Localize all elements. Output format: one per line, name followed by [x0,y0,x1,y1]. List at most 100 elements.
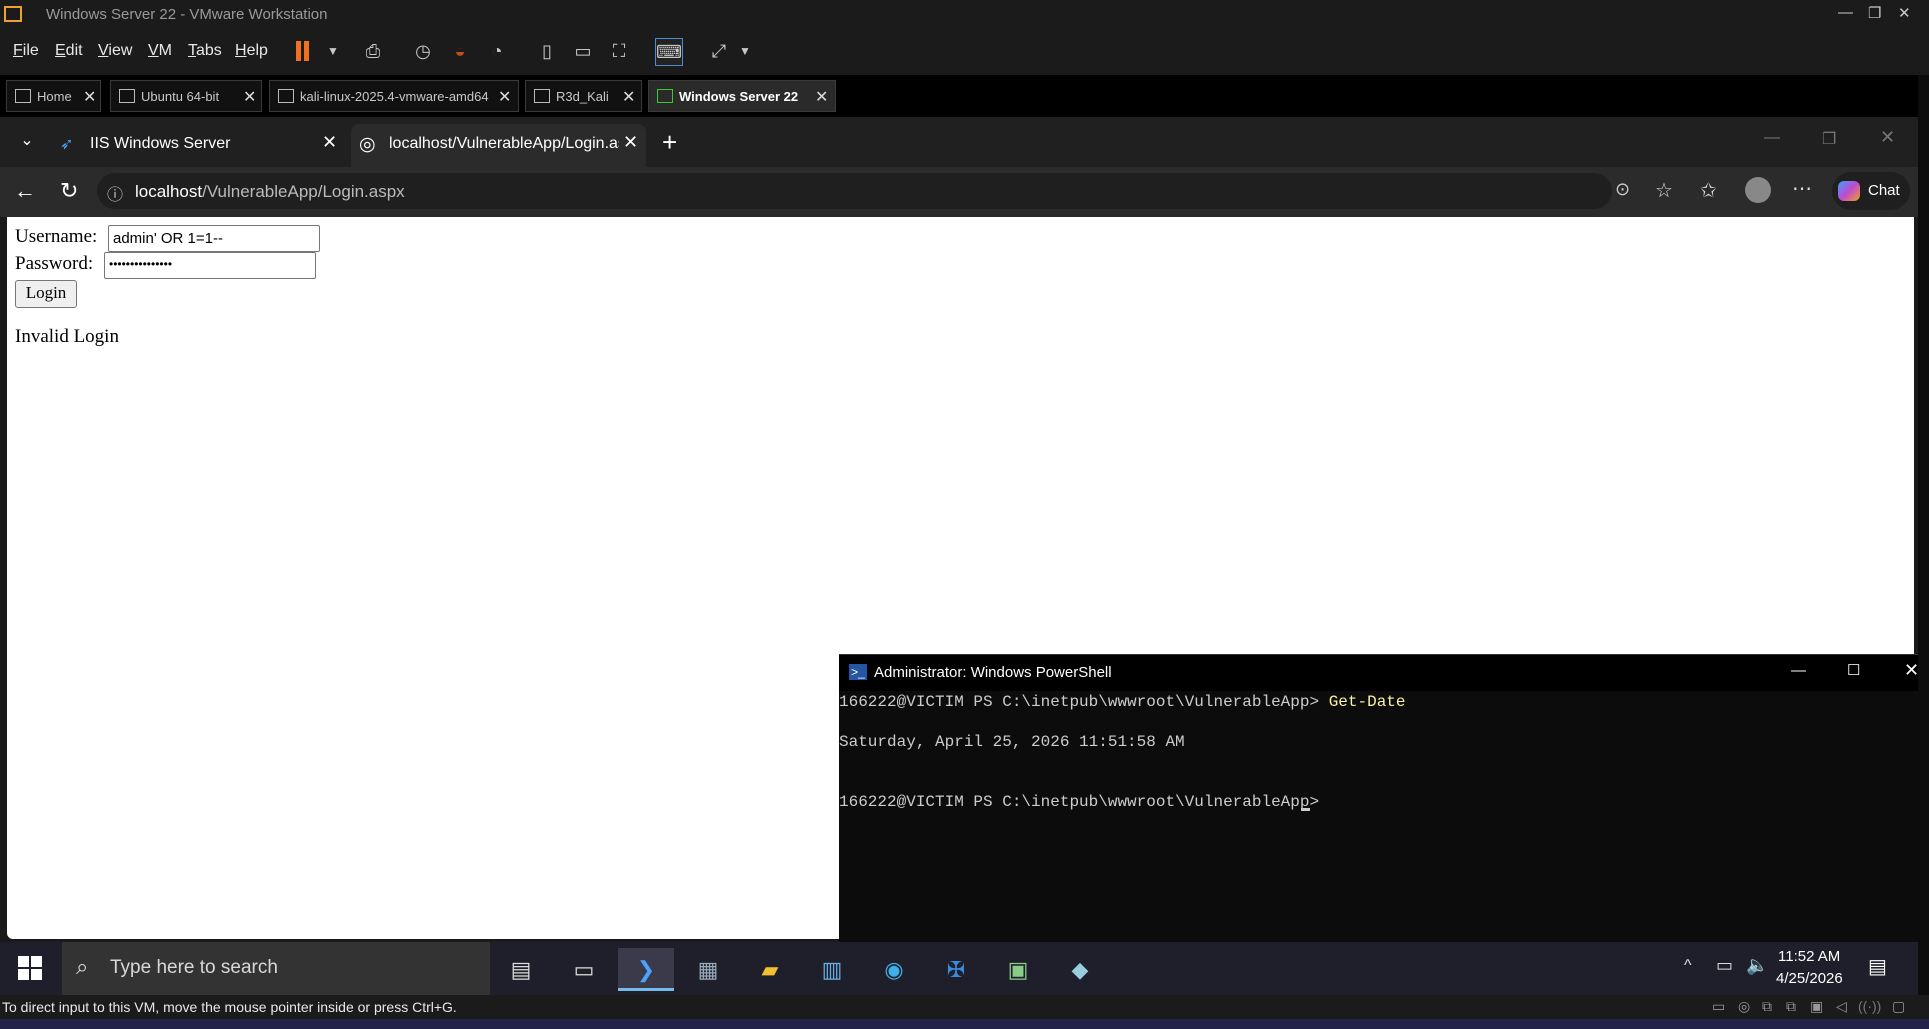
new-tab-icon[interactable]: + [662,127,677,158]
running-vm-icon [657,89,673,103]
pause-icon[interactable] [296,41,301,61]
menu-file[interactable]: File [13,42,39,60]
snapshot-icon[interactable]: ◷ [410,38,436,64]
close-icon[interactable]: ✕ [1904,660,1919,681]
info-icon: ⓘ [107,187,124,204]
wireless-icon[interactable]: ((·)) [1858,998,1881,1014]
read-aloud-icon[interactable]: ⊙ [1615,179,1630,200]
vm-tab-ubuntu[interactable]: Ubuntu 64-bit ✕ [110,80,262,112]
stretch-icon[interactable]: ⤢ [706,38,732,64]
back-icon[interactable]: ← [14,178,36,204]
visual-studio-icon[interactable]: ✠ [928,948,984,991]
cd-icon[interactable]: ◎ [1738,998,1750,1015]
close-icon[interactable]: ✕ [83,87,96,107]
close-icon[interactable]: ✕ [243,87,256,107]
chevron-down-icon[interactable]: ▼ [320,38,346,64]
volume-muted-icon[interactable]: 🔈 [1746,955,1768,976]
browser-tab-login[interactable]: ◎ localhost/VulnerableApp/Login.aspx ✕ [351,124,646,167]
network-icon[interactable]: ▭ [1716,955,1733,976]
close-icon[interactable]: ✕ [1880,127,1895,148]
status-text: To direct input to this VM, move the mou… [2,999,457,1015]
close-icon[interactable]: ✕ [622,87,635,107]
address-bar[interactable]: ⓘ localhost/VulnerableApp/Login.aspx ⊙ [97,173,1630,209]
password-input[interactable]: ••••••••••••••• [104,252,316,279]
login-button[interactable]: Login [15,280,77,308]
powershell-taskbar-icon[interactable]: ❯ [618,948,674,991]
minimize-icon[interactable]: — [1791,662,1806,679]
menu-view[interactable]: View [98,42,132,60]
hard-disk-icon[interactable]: ▭ [1712,998,1725,1015]
chevron-down-icon[interactable]: ▼ [732,38,758,64]
edge-browser-icon[interactable]: ◉ [866,948,922,991]
show-library-icon[interactable]: ▯ [534,38,560,64]
menu-tabs[interactable]: Tabs [188,42,222,60]
document-app-icon[interactable]: ▥ [804,948,860,991]
network-adapter-icon[interactable]: ⧉ [1762,998,1772,1015]
window-title: Windows Server 22 - VMware Workstation [46,6,328,23]
vm-scrollbar[interactable] [1918,75,1929,995]
revert-snapshot-icon[interactable]: ◒ [447,38,473,64]
notepad-icon[interactable]: ◆ [1052,948,1108,991]
minimize-icon[interactable]: — [1838,4,1853,21]
password-label: Password: [15,253,94,274]
message-icon[interactable]: ▢ [1892,998,1905,1015]
usb-icon[interactable]: ▣ [1810,998,1823,1015]
console-output: Saturday, April 25, 2026 11:51:58 AM [839,733,1185,751]
menu-vm[interactable]: VM [148,42,172,60]
close-icon[interactable]: ✕ [498,87,511,107]
network-adapter-icon[interactable]: ⧉ [1786,998,1796,1015]
vm-icon [534,89,550,103]
thumbnail-bar-icon[interactable]: ▭ [570,38,596,64]
chevron-up-icon[interactable]: ^ [1684,957,1692,975]
copilot-chat-button[interactable]: Chat [1832,172,1910,210]
powershell-title-bar[interactable]: >_ Administrator: Windows PowerShell — ☐… [839,655,1919,691]
restore-icon[interactable]: ❐ [1868,4,1881,22]
iis-favicon-icon: ➶ [60,136,74,153]
powershell-window[interactable]: >_ Administrator: Windows PowerShell — ☐… [839,654,1919,943]
task-view-icon[interactable]: ▤ [493,948,549,991]
refresh-icon[interactable]: ↻ [60,178,78,204]
search-icon: ⌕ [76,954,89,979]
maximize-icon[interactable]: ❐ [1822,129,1836,149]
vmware-status-bar: To direct input to this VM, move the mou… [0,995,1929,1019]
browser-tab-iis[interactable]: ➶ IIS Windows Server ✕ [50,124,345,164]
tab-actions-chevron-icon[interactable]: ⌄ [15,130,39,154]
snapshot-manager-icon[interactable]: ◔ [484,38,510,64]
maximize-icon[interactable]: ☐ [1847,661,1860,679]
vm-tab-r3d-kali[interactable]: R3d_Kali ✕ [525,80,642,112]
more-options-icon[interactable]: ⋯ [1792,176,1812,201]
clock-time[interactable]: 11:52 AM [1778,948,1840,965]
iis-manager-icon[interactable]: ▣ [990,948,1046,991]
notifications-icon[interactable]: ▤ [1868,954,1887,979]
terminal-app-icon[interactable]: ▭ [556,948,612,991]
clock-date[interactable]: 4/25/2026 [1776,970,1843,987]
vm-tab-home[interactable]: Home ✕ [6,80,101,112]
file-explorer-icon[interactable]: ▰ [742,948,798,991]
send-ctrl-alt-del-icon[interactable]: ⎙ [360,38,386,64]
console-view-icon[interactable]: ⌨ [655,38,683,66]
taskbar: ⌕ Type here to search ▤ ▭ ❯ ▦ ▰ ▥ ◉ ✠ ▣ … [0,942,1918,995]
full-screen-icon[interactable]: ⛶ [606,38,632,64]
username-input[interactable] [108,225,320,252]
audio-icon[interactable]: ◁ [1836,998,1847,1015]
windows-start-icon[interactable] [18,956,42,980]
close-icon[interactable]: ✕ [322,132,337,153]
close-icon[interactable]: ✕ [815,87,828,107]
server-manager-icon[interactable]: ▦ [680,948,736,991]
menu-edit[interactable]: Edit [55,42,83,60]
menu-help[interactable]: Help [235,42,268,60]
vm-tab-windows-server[interactable]: Windows Server 22 ✕ [648,80,836,112]
favorite-star-icon[interactable]: ☆ [1655,178,1673,203]
vmware-logo-icon [4,6,22,22]
favorites-icon[interactable]: ✩ [1700,178,1717,203]
minimize-icon[interactable]: — [1764,129,1780,147]
close-icon[interactable]: ✕ [1898,4,1911,22]
close-icon[interactable]: ✕ [623,132,638,153]
globe-icon: ◎ [359,134,376,155]
profile-avatar-icon[interactable] [1745,177,1771,203]
taskbar-search-box[interactable]: ⌕ Type here to search [62,942,490,995]
text-cursor [1301,808,1310,811]
vm-icon [119,89,135,103]
vm-tab-kali[interactable]: kali-linux-2025.4-vmware-amd64 ✕ [269,80,519,112]
browser-tab-strip: ⌄ ➶ IIS Windows Server ✕ ◎ localhost/Vul… [0,117,1918,167]
